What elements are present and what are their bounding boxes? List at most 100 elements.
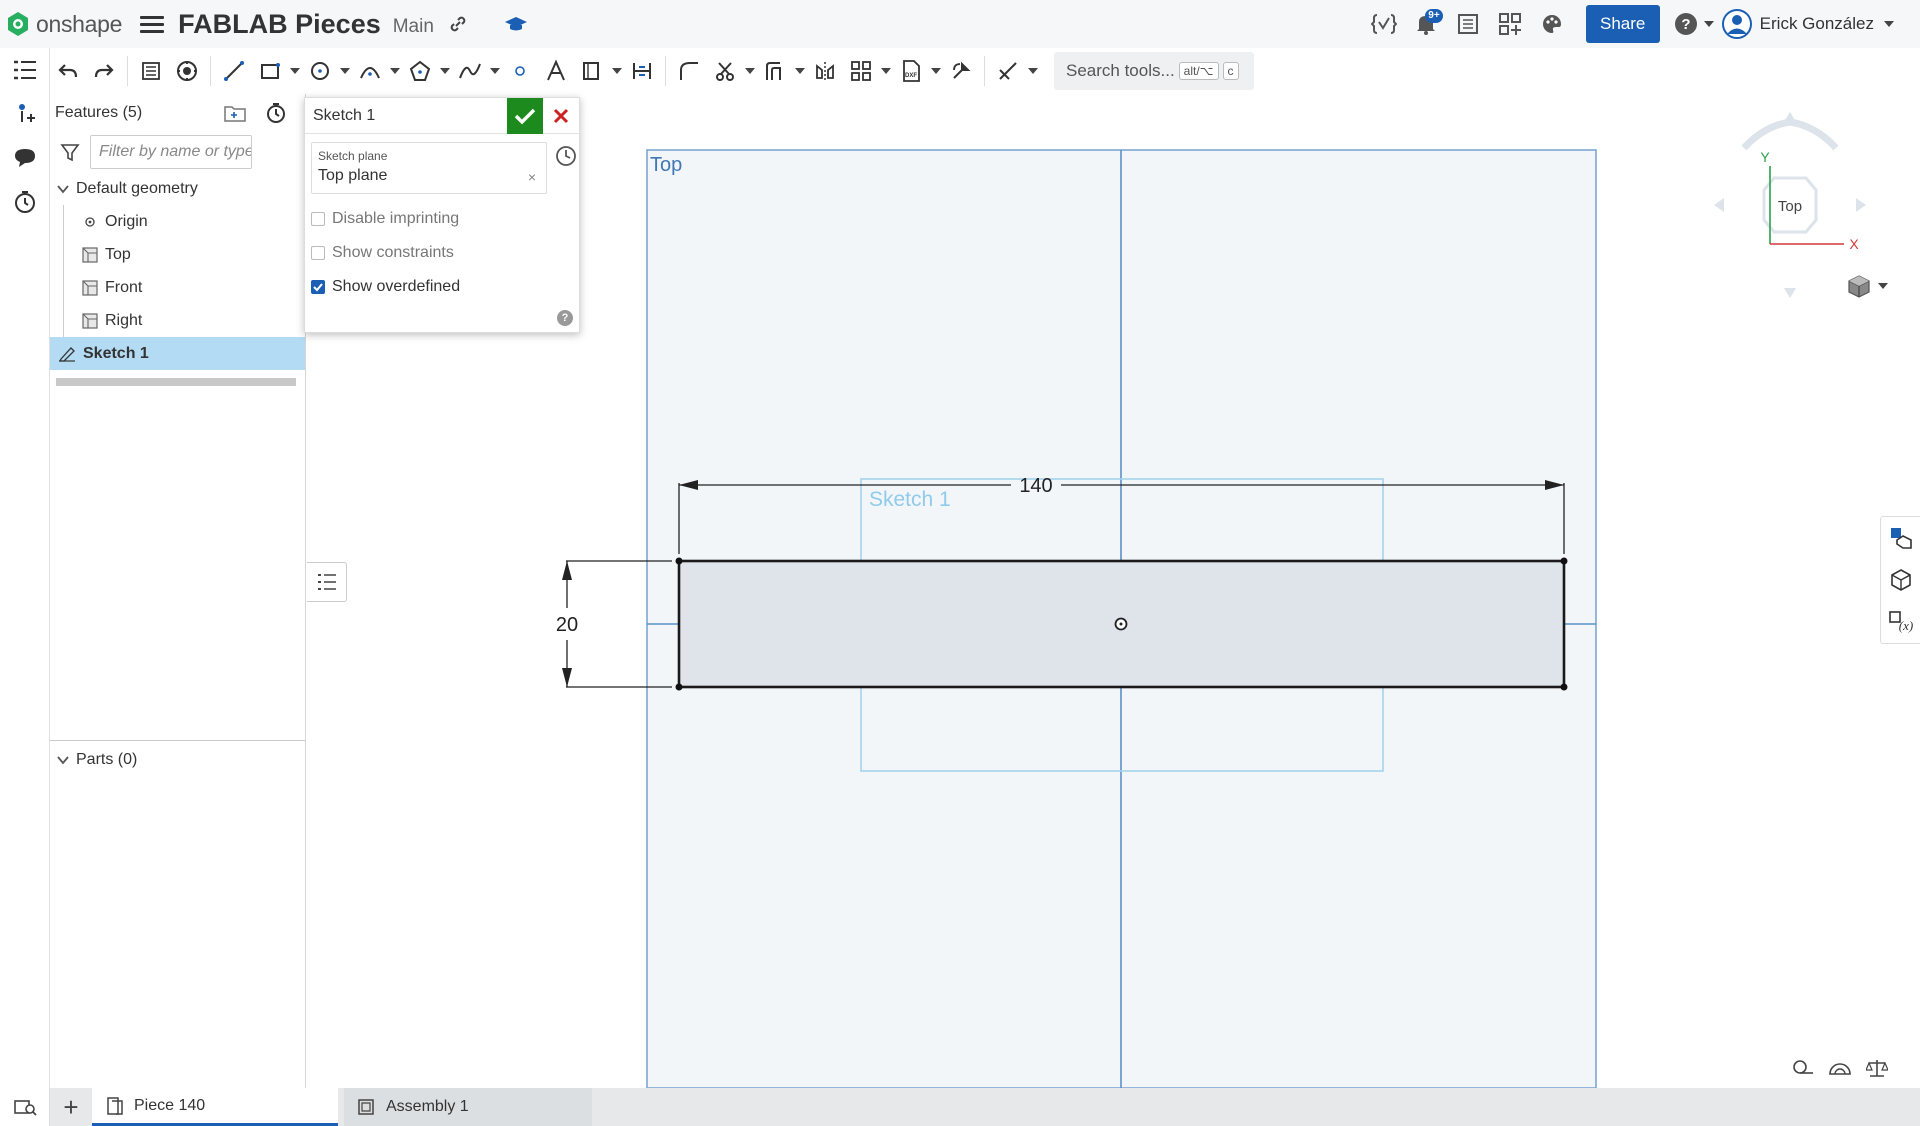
arrow-down-icon[interactable] [1784, 288, 1796, 298]
spline-tool-button[interactable] [452, 51, 488, 91]
show-constraints-checkbox[interactable] [311, 246, 325, 260]
bell-icon[interactable]: 9+ [1408, 6, 1444, 42]
circle-tool-button[interactable] [302, 51, 338, 91]
spline-dropdown[interactable] [488, 51, 502, 91]
height-dimension-value[interactable]: 20 [556, 614, 578, 636]
text-tool-button[interactable] [538, 51, 574, 91]
link-icon[interactable] [448, 14, 468, 34]
search-tools-input[interactable]: Search tools... alt/⌥ c [1054, 52, 1254, 90]
disable-imprinting-option[interactable]: Disable imprinting [311, 210, 459, 228]
trim-dropdown[interactable] [743, 51, 757, 91]
feature-row-top[interactable]: Top [50, 238, 305, 271]
fillet-tool-button[interactable] [671, 51, 707, 91]
scale-icon[interactable] [1866, 1058, 1888, 1078]
feature-row-sketch-1[interactable]: Sketch 1 [50, 337, 305, 370]
filter-input[interactable] [90, 135, 252, 169]
show-constraints-option[interactable]: Show constraints [311, 244, 454, 262]
appearance-panel-icon[interactable] [1881, 517, 1920, 559]
dimension-tool-button[interactable] [624, 51, 660, 91]
graduation-cap-icon[interactable] [504, 14, 528, 34]
offset-tool-button[interactable] [757, 51, 793, 91]
rollback-timer-icon[interactable] [265, 102, 287, 124]
mirror-tool-button[interactable] [807, 51, 843, 91]
trim-tool-button[interactable] [707, 51, 743, 91]
polygon-tool-button[interactable] [402, 51, 438, 91]
history-clock-icon[interactable] [555, 145, 577, 167]
transform-tool-button[interactable] [943, 51, 979, 91]
dxf-dropdown[interactable] [929, 51, 943, 91]
feature-row-front[interactable]: Front [50, 271, 305, 304]
chevron-down-icon[interactable] [56, 182, 70, 196]
chevron-down-icon[interactable] [56, 753, 70, 767]
disable-imprinting-checkbox[interactable] [311, 212, 325, 226]
snap-mode-button[interactable] [990, 51, 1026, 91]
help-icon[interactable]: ? [557, 310, 573, 326]
arc-tool-button[interactable] [352, 51, 388, 91]
hamburger-menu-icon[interactable] [140, 12, 165, 36]
sketch-settings-button[interactable] [169, 51, 205, 91]
redo-button[interactable] [86, 51, 122, 91]
show-overdefined-option[interactable]: Show overdefined [311, 278, 460, 296]
pattern-tool-button[interactable] [843, 51, 879, 91]
arrow-left-icon[interactable] [1714, 198, 1724, 212]
sketch-plane-field[interactable]: Sketch plane Top plane × [311, 142, 547, 194]
point-tool-button[interactable] [502, 51, 538, 91]
list-icon[interactable] [1450, 6, 1486, 42]
dxf-import-button[interactable]: DXF [893, 51, 929, 91]
tab-assembly-1[interactable]: Assembly 1 [344, 1088, 592, 1126]
feature-row-origin[interactable]: Origin [50, 205, 305, 238]
protractor-icon[interactable] [1828, 1058, 1852, 1076]
help-menu[interactable]: ? [1674, 12, 1714, 36]
vertex-point[interactable] [1560, 683, 1568, 691]
feature-row-right[interactable]: Right [50, 304, 305, 337]
arc-dropdown[interactable] [388, 51, 402, 91]
clear-selection-icon[interactable]: × [528, 169, 536, 185]
arrow-up-icon[interactable] [1784, 112, 1796, 122]
line-tool-button[interactable] [216, 51, 252, 91]
default-geometry-row[interactable]: Default geometry [50, 172, 305, 205]
cancel-button[interactable] [543, 98, 579, 134]
polygon-dropdown[interactable] [438, 51, 452, 91]
palette-icon[interactable] [1534, 6, 1570, 42]
vertex-point[interactable] [675, 557, 683, 565]
list-toggle-icon[interactable] [307, 562, 347, 602]
undo-button[interactable] [50, 51, 86, 91]
pattern-dropdown[interactable] [879, 51, 893, 91]
insert-icon[interactable] [0, 92, 50, 136]
filter-icon[interactable] [60, 142, 80, 162]
construction-tool-button[interactable] [574, 51, 610, 91]
comments-icon[interactable] [0, 136, 50, 180]
rotate-arc-icon[interactable] [1741, 118, 1839, 151]
variable-icon[interactable] [1366, 6, 1402, 42]
share-button[interactable]: Share [1585, 5, 1660, 43]
vertex-point[interactable] [675, 683, 683, 691]
tab-manager-icon[interactable] [0, 1088, 50, 1126]
branch-name[interactable]: Main [393, 16, 434, 38]
onshape-logo[interactable]: onshape [6, 11, 122, 38]
document-title[interactable]: FABLAB Pieces [178, 9, 381, 40]
view-mode-dropdown[interactable] [1846, 274, 1888, 298]
width-dimension-value[interactable]: 140 [1019, 475, 1052, 497]
variables-panel-icon[interactable]: (x) [1881, 601, 1920, 643]
add-folder-icon[interactable] [223, 103, 247, 123]
feature-list-scrollbar[interactable] [56, 378, 296, 386]
construction-dropdown[interactable] [610, 51, 624, 91]
user-menu[interactable]: Erick González [1721, 9, 1894, 39]
apps-icon[interactable] [1492, 6, 1528, 42]
tab-piece-140[interactable]: Piece 140 [92, 1088, 338, 1126]
feature-list-icon[interactable] [0, 48, 50, 92]
show-overdefined-checkbox[interactable] [311, 280, 325, 294]
snap-dropdown[interactable] [1026, 51, 1040, 91]
offset-dropdown[interactable] [793, 51, 807, 91]
measure-tape-icon[interactable] [1792, 1058, 1814, 1076]
vertex-point[interactable] [1560, 557, 1568, 565]
circle-dropdown[interactable] [338, 51, 352, 91]
rectangle-tool-button[interactable] [252, 51, 288, 91]
use-edges-button[interactable] [133, 51, 169, 91]
rectangle-dropdown[interactable] [288, 51, 302, 91]
add-tab-button[interactable]: + [50, 1088, 92, 1126]
parts-row[interactable]: Parts (0) [50, 743, 306, 776]
arrow-right-icon[interactable] [1856, 198, 1866, 212]
history-icon[interactable] [0, 180, 50, 224]
mass-properties-icon[interactable] [1881, 559, 1920, 601]
